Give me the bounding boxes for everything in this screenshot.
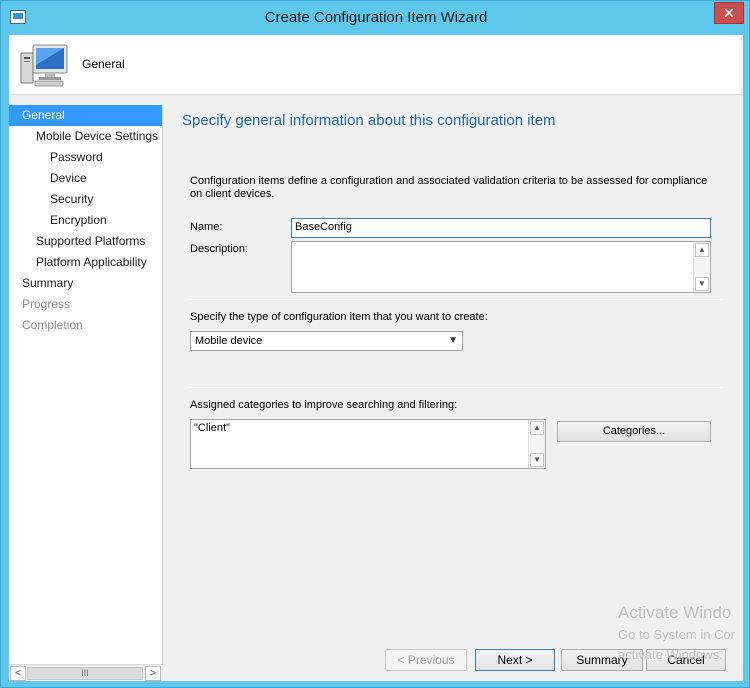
name-field[interactable]: BaseConfig: [291, 218, 711, 238]
description-field[interactable]: ▲ ▼: [291, 241, 711, 293]
nav-item-password[interactable]: Password: [9, 147, 162, 168]
section-divider: [188, 387, 722, 388]
categories-scrollbar[interactable]: ▲ ▼: [528, 420, 545, 468]
categories-list[interactable]: "Client" ▲ ▼: [190, 419, 546, 469]
nav-item-progress: Progress: [22, 297, 71, 311]
chevron-down-icon: ▼: [448, 335, 458, 346]
scroll-down-button[interactable]: ▼: [695, 277, 709, 291]
nav-item-general[interactable]: General: [9, 105, 162, 126]
nav-item-summary[interactable]: Summary: [9, 273, 162, 294]
activation-watermark-title: Activate Windo: [618, 603, 732, 622]
scroll-down-button[interactable]: ▼: [530, 453, 544, 467]
description-label: Description:: [190, 243, 249, 255]
category-item: "Client": [194, 422, 230, 434]
nav-item-security[interactable]: Security: [9, 189, 162, 210]
nav-item-encryption[interactable]: Encryption: [9, 210, 162, 231]
scroll-right-button[interactable]: >: [145, 666, 161, 681]
next-button[interactable]: Next >: [475, 649, 555, 671]
page-description: Configuration items define a configurati…: [190, 175, 708, 200]
item-type-select[interactable]: Mobile device ▼: [190, 331, 463, 351]
previous-button[interactable]: < Previous: [385, 649, 467, 671]
wizard-nav: General Mobile Device Settings Password …: [9, 105, 163, 681]
scroll-left-button[interactable]: <: [10, 666, 26, 681]
wizard-client-area: General General Mobile Device Settings P…: [9, 35, 743, 681]
activation-watermark-line: Go to System in Cor: [618, 627, 736, 642]
section-divider: [188, 299, 722, 300]
description-scrollbar[interactable]: ▲ ▼: [693, 242, 710, 292]
title-bar[interactable]: Create Configuration Item Wizard ✕: [1, 1, 750, 35]
nav-item-supported-platforms[interactable]: Supported Platforms: [9, 231, 162, 252]
scroll-thumb[interactable]: III: [27, 667, 143, 680]
scroll-up-button[interactable]: ▲: [695, 243, 709, 257]
close-button[interactable]: ✕: [714, 2, 744, 24]
categories-button[interactable]: Categories...: [557, 421, 711, 442]
nav-item-mobile-device-settings[interactable]: Mobile Device Settings: [9, 126, 162, 147]
scroll-up-button[interactable]: ▲: [530, 421, 544, 435]
window-title: Create Configuration Item Wizard: [264, 9, 488, 26]
item-type-value: Mobile device: [195, 335, 263, 347]
computer-icon: [20, 44, 68, 87]
activation-watermark-line: activate Windows.: [618, 647, 723, 662]
page-title: Specify general information about this c…: [182, 112, 556, 129]
wizard-content: Specify general information about this c…: [174, 105, 743, 625]
wizard-header: General: [9, 35, 743, 95]
type-label: Specify the type of configuration item t…: [190, 311, 488, 323]
nav-horizontal-scrollbar[interactable]: < III >: [9, 664, 163, 681]
nav-item-platform-applicability[interactable]: Platform Applicability: [9, 252, 162, 273]
header-title: General: [82, 57, 125, 71]
categories-label: Assigned categories to improve searching…: [190, 399, 458, 411]
name-label: Name:: [190, 221, 223, 233]
nav-item-device[interactable]: Device: [9, 168, 162, 189]
wizard-window: Create Configuration Item Wizard ✕ Gener…: [0, 0, 750, 688]
nav-item-completion: Completion: [22, 318, 83, 332]
